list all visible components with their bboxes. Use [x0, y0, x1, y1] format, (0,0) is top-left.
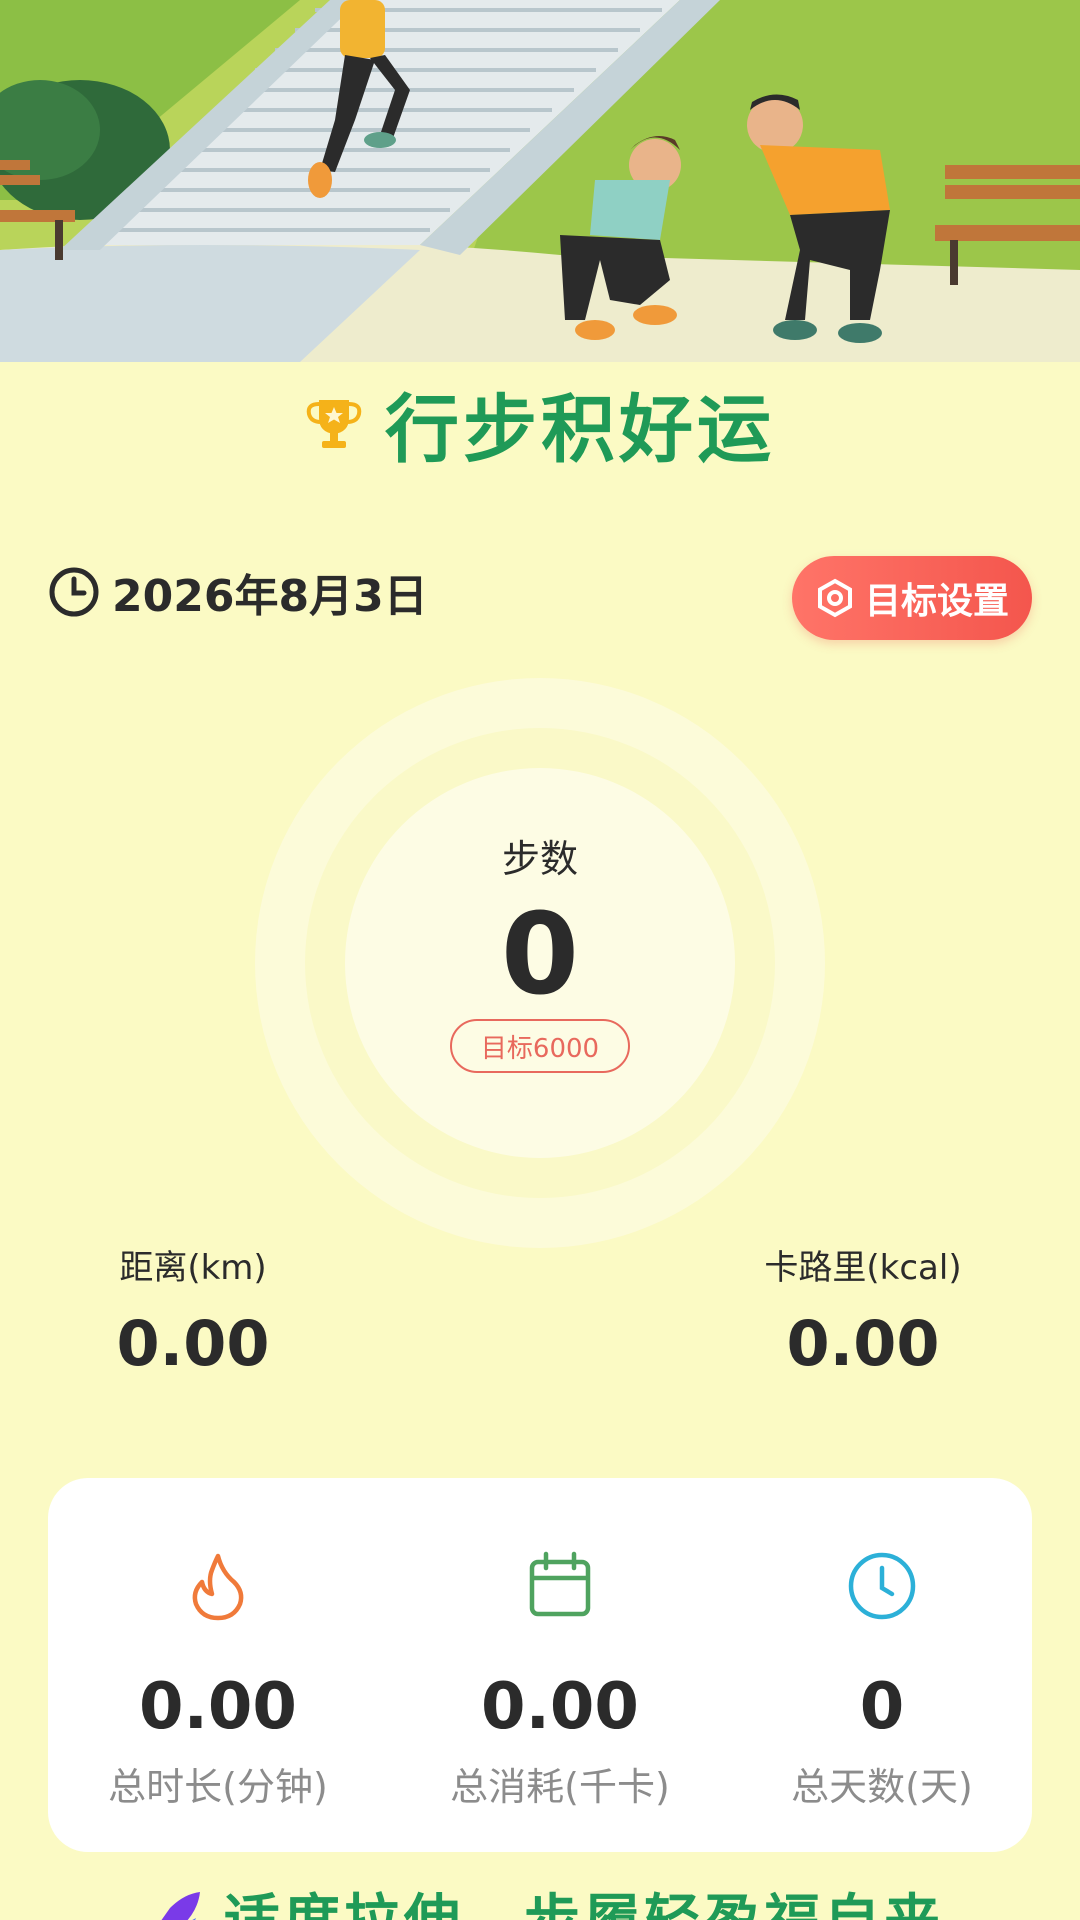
- total-duration-label: 总时长(分钟): [108, 1765, 328, 1809]
- calorie-label: 卡路里(kcal): [764, 1248, 962, 1288]
- park-stairs-illustration: [0, 0, 1080, 362]
- goal-settings-button[interactable]: 目标设置: [792, 556, 1032, 640]
- flame-icon: [192, 1553, 244, 1621]
- distance-metric: 距离(km) 0.00: [43, 1240, 343, 1380]
- total-consumption-stat: 0.00 总消耗(千卡): [410, 1550, 710, 1811]
- page-title: 行步积好运: [385, 386, 775, 473]
- hero-illustration: [0, 0, 1080, 362]
- total-days-value: 0: [859, 1670, 905, 1744]
- steps-value: 0: [501, 890, 579, 1020]
- total-days-label: 总天数(天): [791, 1765, 973, 1809]
- settings-hex-icon: [817, 578, 852, 618]
- trophy-icon: [306, 400, 362, 448]
- total-consumption-label: 总消耗(千卡): [450, 1765, 670, 1809]
- date-row: 2026年8月3日: [48, 560, 428, 624]
- steps-label: 步数: [501, 837, 578, 881]
- total-duration-value: 0.00: [139, 1670, 297, 1744]
- stretch-banner[interactable]: 适度拉伸，步履轻盈福自来: [140, 1876, 944, 1920]
- calendar-icon: [529, 1551, 591, 1617]
- total-days-stat: 0 总天数(天): [732, 1550, 1032, 1811]
- goal-settings-label: 目标设置: [864, 581, 1009, 622]
- total-duration-stat: 0.00 总时长(分钟): [68, 1550, 368, 1811]
- distance-label: 距离(km): [119, 1248, 267, 1288]
- title-row: 行步积好运: [0, 378, 1080, 473]
- distance-value: 0.00: [116, 1307, 270, 1380]
- current-date: 2026年8月3日: [112, 571, 428, 622]
- summary-card: 0.00 总时长(分钟) 0.00 总消耗(千卡) 0 总天数(天): [48, 1478, 1032, 1852]
- step-target-badge: 目标6000: [450, 1019, 630, 1073]
- total-consumption-value: 0.00: [481, 1670, 639, 1744]
- calorie-metric: 卡路里(kcal) 0.00: [713, 1240, 1013, 1380]
- calorie-value: 0.00: [786, 1307, 940, 1380]
- clock-icon: [49, 567, 99, 617]
- stretch-banner-text: 适度拉伸，步履轻盈福自来: [224, 1876, 944, 1920]
- feather-icon: [161, 1892, 200, 1920]
- clock-icon: [848, 1552, 916, 1620]
